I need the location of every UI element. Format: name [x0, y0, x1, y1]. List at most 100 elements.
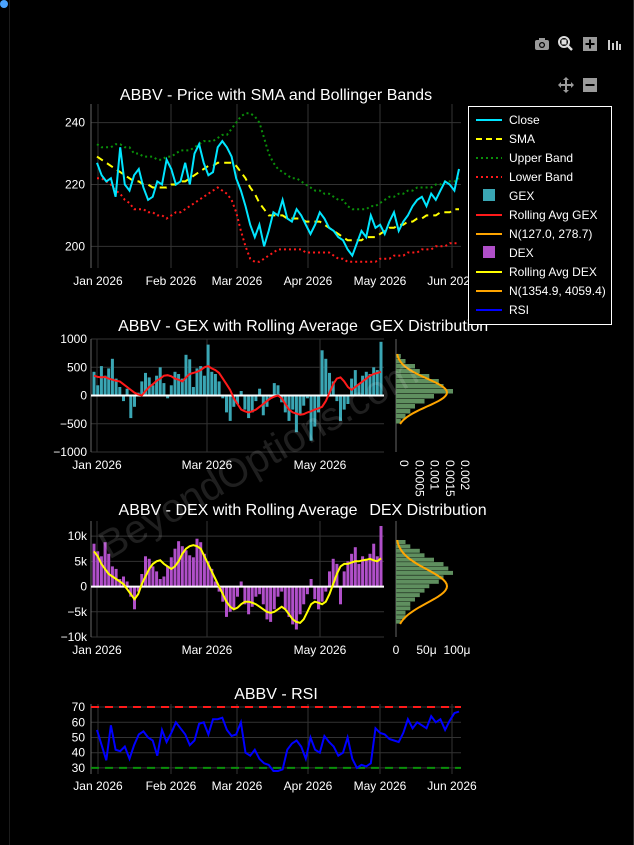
- dex-bar: [92, 543, 96, 587]
- gex-bar: [206, 344, 210, 396]
- legend-item: N(1354.9, 4059.4): [509, 284, 606, 298]
- dex-xtick-label: May 2026: [294, 643, 347, 657]
- dex-xtick-label: Jan 2026: [72, 643, 122, 657]
- dex-bar: [317, 586, 320, 610]
- dexh-hist-bar: [396, 601, 411, 606]
- legend-item: N(127.0, 278.7): [509, 227, 592, 241]
- dexh-hist-bar: [396, 593, 420, 598]
- price-chart-title: ABBV - Price with SMA and Bollinger Band…: [120, 87, 432, 104]
- dex-bar: [144, 556, 147, 587]
- dex-bar: [372, 543, 376, 587]
- dex-bar: [269, 586, 273, 622]
- dex-bar: [265, 586, 269, 620]
- legend-swatch: [483, 246, 495, 258]
- gexh-xtick-label: 0.0005: [412, 460, 426, 497]
- legend-item: DEX: [509, 246, 534, 260]
- rsi-xtick-label: Apr 2026: [284, 779, 333, 793]
- gex-bar: [107, 368, 111, 396]
- dexh-hist-bar: [396, 557, 434, 562]
- gex-bar: [272, 383, 276, 396]
- dex-bar: [302, 586, 306, 605]
- gex-xtick-label: May 2026: [294, 458, 347, 472]
- price-xtick-label: May 2026: [354, 274, 407, 288]
- series-close: [96, 139, 460, 258]
- dex-bar: [276, 586, 280, 597]
- price-panel: 200 220 240 Jan 2026 Feb 2026 Mar 2026 Apr 202…: [65, 104, 477, 288]
- gex-bar: [151, 385, 155, 396]
- gexh-hist-bar: [396, 409, 411, 414]
- dexh-xtick-label: 0: [393, 643, 400, 657]
- gex-chart-title: ABBV - GEX with Rolling Average: [118, 318, 358, 335]
- gex-xtick-label: Jan 2026: [72, 458, 122, 472]
- dex-bar: [305, 586, 309, 595]
- legend-item: Rolling Avg GEX: [509, 208, 598, 222]
- gex-bar: [324, 358, 328, 396]
- price-xtick-label: Feb 2026: [146, 274, 197, 288]
- gex-bar: [96, 385, 100, 396]
- dex-bar: [261, 586, 265, 605]
- series-upper-band: [96, 112, 460, 211]
- gex-bar: [225, 395, 228, 413]
- rsi-ytick-label: 40: [72, 746, 86, 760]
- rsi-xtick-label: Feb 2026: [146, 779, 197, 793]
- price-xtick-label: Mar 2026: [212, 274, 263, 288]
- gex-ytick-label: −500: [60, 417, 87, 431]
- dex-bar: [309, 579, 313, 587]
- dexh-hist-bar: [396, 588, 425, 593]
- gex-ytick-label: 0: [80, 389, 87, 403]
- dex-bar: [298, 586, 302, 615]
- gex-ytick-label: 1000: [60, 332, 87, 346]
- legend-item: Lower Band: [509, 170, 573, 184]
- gex-bar: [320, 350, 324, 396]
- rsi-line: [96, 710, 460, 772]
- dex-bar: [353, 547, 357, 587]
- gex-bar: [188, 359, 192, 396]
- gex-bar: [162, 383, 166, 396]
- legend-item: GEX: [509, 189, 534, 203]
- dex-bar: [313, 586, 317, 600]
- gex-bar: [210, 371, 214, 396]
- dex-dist-panel: 0 50μ 100μ: [393, 521, 471, 657]
- gex-bar: [302, 395, 306, 406]
- dex-bar: [155, 571, 159, 587]
- gex-bar: [129, 395, 133, 419]
- gex-bar: [125, 388, 129, 396]
- gex-bar: [247, 395, 251, 419]
- gexh-hist-bar: [396, 414, 406, 419]
- gex-bar: [103, 375, 107, 396]
- dexh-hist-bar: [396, 579, 439, 584]
- dex-bar: [236, 586, 239, 597]
- dex-ytick-label: −5k: [67, 605, 88, 619]
- legend-item: Upper Band: [509, 151, 573, 165]
- rsi-xtick-label: May 2026: [354, 779, 407, 793]
- dex-bar: [339, 586, 342, 605]
- rsi-chart-title: ABBV - RSI: [234, 686, 318, 703]
- dex-bar: [346, 561, 350, 587]
- dex-bar: [350, 553, 354, 587]
- chart-canvas: ABBV - Price with SMA and Bollinger Band…: [53, 87, 612, 793]
- dexh-hist-bar: [396, 575, 444, 580]
- legend: Close SMA Upper Band Lower Band GEX Rolling A…: [468, 106, 612, 325]
- dex-bar: [283, 586, 287, 610]
- dexh-xtick-label: 100μ: [444, 643, 471, 657]
- legend-swatch: [483, 189, 495, 201]
- legend-item: RSI: [509, 303, 529, 317]
- rsi-xtick-label: Mar 2026: [212, 779, 263, 793]
- dex-bar: [258, 586, 262, 595]
- gex-bar: [276, 385, 280, 396]
- gex-ytick-label: −1000: [53, 445, 87, 459]
- dexh-hist-bar: [396, 606, 411, 611]
- dex-bar: [272, 586, 276, 610]
- gex-bar: [228, 395, 232, 421]
- dex-ytick-label: 10k: [68, 529, 88, 543]
- dex-bar: [232, 586, 236, 610]
- legend-item: Rolling Avg DEX: [509, 265, 597, 279]
- chart-frame: ABBV - Price with SMA and Bollinger Band…: [0, 0, 634, 845]
- gex-bar: [173, 371, 177, 396]
- dexh-hist-bar: [396, 553, 425, 558]
- dex-ytick-label: 0: [80, 580, 87, 594]
- price-ytick-label: 220: [65, 177, 85, 191]
- gex-bar: [243, 395, 247, 410]
- dex-bar: [247, 586, 251, 615]
- gexh-xtick-label: 0.002: [458, 460, 472, 490]
